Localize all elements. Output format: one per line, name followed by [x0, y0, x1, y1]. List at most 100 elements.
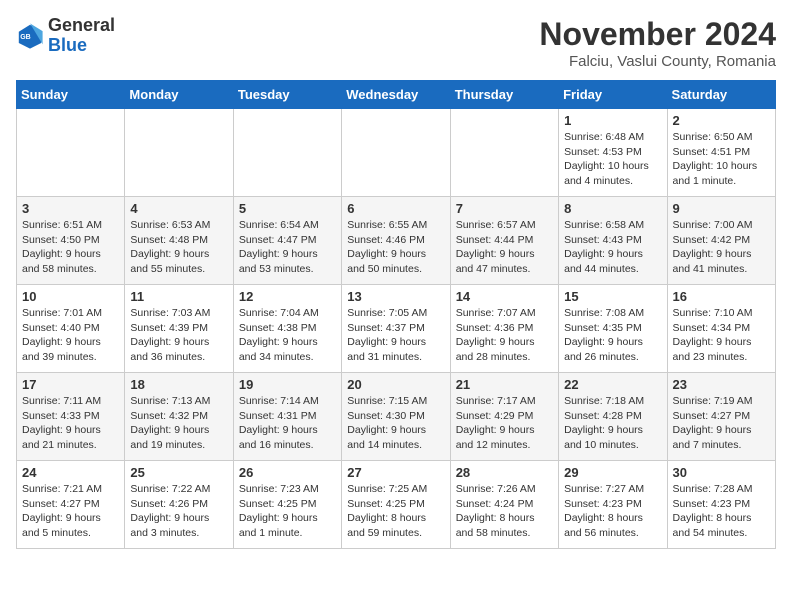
calendar-cell: 29 Sunrise: 7:27 AM Sunset: 4:23 PM Dayli…	[559, 461, 667, 549]
calendar-cell: 7 Sunrise: 6:57 AM Sunset: 4:44 PM Daylig…	[450, 197, 558, 285]
day-info: Sunrise: 6:53 AM Sunset: 4:48 PM Dayligh…	[130, 218, 227, 277]
calendar-table: SundayMondayTuesdayWednesdayThursdayFrid…	[16, 80, 776, 549]
calendar-cell: 9 Sunrise: 7:00 AM Sunset: 4:42 PM Daylig…	[667, 197, 775, 285]
day-number: 9	[673, 201, 770, 216]
day-number: 6	[347, 201, 444, 216]
calendar-cell: 2 Sunrise: 6:50 AM Sunset: 4:51 PM Daylig…	[667, 109, 775, 197]
calendar-cell: 11Sunrise: 7:03 AM Sunset: 4:39 PM Dayli…	[125, 285, 233, 373]
day-number: 2	[673, 113, 770, 128]
calendar-cell	[125, 109, 233, 197]
day-info: Sunrise: 7:13 AM Sunset: 4:32 PM Dayligh…	[130, 394, 227, 453]
logo: GB General Blue	[16, 16, 115, 56]
day-header: Wednesday	[342, 81, 450, 109]
day-info: Sunrise: 7:21 AM Sunset: 4:27 PM Dayligh…	[22, 482, 119, 541]
calendar-cell: 21 Sunrise: 7:17 AM Sunset: 4:29 PM Dayli…	[450, 373, 558, 461]
day-info: Sunrise: 7:17 AM Sunset: 4:29 PM Dayligh…	[456, 394, 553, 453]
location: Falciu, Vaslui County, Romania	[539, 53, 776, 70]
day-number: 14	[456, 289, 553, 304]
calendar-cell: 30 Sunrise: 7:28 AM Sunset: 4:23 PM Dayli…	[667, 461, 775, 549]
calendar-cell: 22 Sunrise: 7:18 AM Sunset: 4:28 PM Dayli…	[559, 373, 667, 461]
calendar-cell: 16Sunrise: 7:10 AM Sunset: 4:34 PM Dayli…	[667, 285, 775, 373]
day-info: Sunrise: 7:01 AM Sunset: 4:40 PM Dayligh…	[22, 306, 119, 365]
logo-general: General	[48, 15, 115, 35]
day-info: Sunrise: 6:57 AM Sunset: 4:44 PM Dayligh…	[456, 218, 553, 277]
day-number: 5	[239, 201, 336, 216]
day-info: Sunrise: 7:15 AM Sunset: 4:30 PM Dayligh…	[347, 394, 444, 453]
day-number: 12	[239, 289, 336, 304]
calendar-cell: 20 Sunrise: 7:15 AM Sunset: 4:30 PM Dayli…	[342, 373, 450, 461]
calendar-cell: 24 Sunrise: 7:21 AM Sunset: 4:27 PM Dayli…	[17, 461, 125, 549]
day-number: 24	[22, 465, 119, 480]
day-number: 4	[130, 201, 227, 216]
page-header: GB General Blue November 2024 Falciu, Va…	[16, 16, 776, 70]
day-number: 8	[564, 201, 661, 216]
day-number: 22	[564, 377, 661, 392]
day-info: Sunrise: 7:14 AM Sunset: 4:31 PM Dayligh…	[239, 394, 336, 453]
calendar-cell: 17Sunrise: 7:11 AM Sunset: 4:33 PM Dayli…	[17, 373, 125, 461]
day-info: Sunrise: 7:10 AM Sunset: 4:34 PM Dayligh…	[673, 306, 770, 365]
day-info: Sunrise: 7:05 AM Sunset: 4:37 PM Dayligh…	[347, 306, 444, 365]
calendar-cell: 10 Sunrise: 7:01 AM Sunset: 4:40 PM Dayli…	[17, 285, 125, 373]
day-number: 23	[673, 377, 770, 392]
calendar-cell: 1Sunrise: 6:48 AM Sunset: 4:53 PM Daylig…	[559, 109, 667, 197]
day-info: Sunrise: 7:26 AM Sunset: 4:24 PM Dayligh…	[456, 482, 553, 541]
day-header: Thursday	[450, 81, 558, 109]
calendar-cell: 14 Sunrise: 7:07 AM Sunset: 4:36 PM Dayli…	[450, 285, 558, 373]
day-number: 20	[347, 377, 444, 392]
day-number: 29	[564, 465, 661, 480]
calendar-cell: 13 Sunrise: 7:05 AM Sunset: 4:37 PM Dayli…	[342, 285, 450, 373]
day-info: Sunrise: 7:08 AM Sunset: 4:35 PM Dayligh…	[564, 306, 661, 365]
calendar-cell: 18 Sunrise: 7:13 AM Sunset: 4:32 PM Dayli…	[125, 373, 233, 461]
day-info: Sunrise: 6:50 AM Sunset: 4:51 PM Dayligh…	[673, 130, 770, 189]
day-number: 11	[130, 289, 227, 304]
day-number: 18	[130, 377, 227, 392]
calendar-cell: 26Sunrise: 7:23 AM Sunset: 4:25 PM Dayli…	[233, 461, 341, 549]
day-info: Sunrise: 7:28 AM Sunset: 4:23 PM Dayligh…	[673, 482, 770, 541]
day-info: Sunrise: 6:48 AM Sunset: 4:53 PM Dayligh…	[564, 130, 661, 189]
day-number: 25	[130, 465, 227, 480]
day-number: 3	[22, 201, 119, 216]
calendar-week: 17Sunrise: 7:11 AM Sunset: 4:33 PM Dayli…	[17, 373, 776, 461]
day-number: 13	[347, 289, 444, 304]
title-block: November 2024 Falciu, Vaslui County, Rom…	[539, 16, 776, 70]
day-number: 30	[673, 465, 770, 480]
day-number: 21	[456, 377, 553, 392]
day-info: Sunrise: 7:22 AM Sunset: 4:26 PM Dayligh…	[130, 482, 227, 541]
day-info: Sunrise: 7:27 AM Sunset: 4:23 PM Dayligh…	[564, 482, 661, 541]
day-info: Sunrise: 7:18 AM Sunset: 4:28 PM Dayligh…	[564, 394, 661, 453]
day-number: 27	[347, 465, 444, 480]
calendar-cell: 15Sunrise: 7:08 AM Sunset: 4:35 PM Dayli…	[559, 285, 667, 373]
day-info: Sunrise: 6:51 AM Sunset: 4:50 PM Dayligh…	[22, 218, 119, 277]
day-number: 7	[456, 201, 553, 216]
calendar-cell: 19 Sunrise: 7:14 AM Sunset: 4:31 PM Dayli…	[233, 373, 341, 461]
logo-icon: GB	[16, 22, 44, 50]
day-info: Sunrise: 6:58 AM Sunset: 4:43 PM Dayligh…	[564, 218, 661, 277]
calendar-cell: 5Sunrise: 6:54 AM Sunset: 4:47 PM Daylig…	[233, 197, 341, 285]
day-number: 10	[22, 289, 119, 304]
calendar-cell: 23 Sunrise: 7:19 AM Sunset: 4:27 PM Dayli…	[667, 373, 775, 461]
day-info: Sunrise: 7:07 AM Sunset: 4:36 PM Dayligh…	[456, 306, 553, 365]
calendar-cell: 27 Sunrise: 7:25 AM Sunset: 4:25 PM Dayli…	[342, 461, 450, 549]
calendar-week: 1Sunrise: 6:48 AM Sunset: 4:53 PM Daylig…	[17, 109, 776, 197]
header-row: SundayMondayTuesdayWednesdayThursdayFrid…	[17, 81, 776, 109]
day-number: 19	[239, 377, 336, 392]
calendar-cell: 12 Sunrise: 7:04 AM Sunset: 4:38 PM Dayli…	[233, 285, 341, 373]
day-info: Sunrise: 6:55 AM Sunset: 4:46 PM Dayligh…	[347, 218, 444, 277]
calendar-week: 10 Sunrise: 7:01 AM Sunset: 4:40 PM Dayli…	[17, 285, 776, 373]
day-header: Tuesday	[233, 81, 341, 109]
calendar-cell	[450, 109, 558, 197]
day-info: Sunrise: 7:11 AM Sunset: 4:33 PM Dayligh…	[22, 394, 119, 453]
day-header: Saturday	[667, 81, 775, 109]
day-info: Sunrise: 7:00 AM Sunset: 4:42 PM Dayligh…	[673, 218, 770, 277]
calendar-week: 3 Sunrise: 6:51 AM Sunset: 4:50 PM Daylig…	[17, 197, 776, 285]
logo-blue: Blue	[48, 35, 87, 55]
calendar-cell: 4 Sunrise: 6:53 AM Sunset: 4:48 PM Daylig…	[125, 197, 233, 285]
calendar-cell: 6 Sunrise: 6:55 AM Sunset: 4:46 PM Daylig…	[342, 197, 450, 285]
month-title: November 2024	[539, 16, 776, 53]
calendar-week: 24 Sunrise: 7:21 AM Sunset: 4:27 PM Dayli…	[17, 461, 776, 549]
day-info: Sunrise: 7:19 AM Sunset: 4:27 PM Dayligh…	[673, 394, 770, 453]
calendar-cell	[233, 109, 341, 197]
day-info: Sunrise: 7:04 AM Sunset: 4:38 PM Dayligh…	[239, 306, 336, 365]
svg-text:GB: GB	[20, 34, 31, 41]
day-info: Sunrise: 7:25 AM Sunset: 4:25 PM Dayligh…	[347, 482, 444, 541]
